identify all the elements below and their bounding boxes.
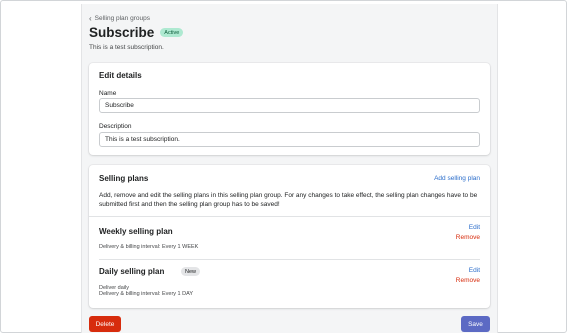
- divider: [89, 216, 490, 217]
- chevron-left-icon: ‹: [89, 13, 92, 23]
- description-label: Description: [99, 123, 132, 130]
- selling-plans-description: Add, remove and edit the selling plans i…: [99, 192, 478, 208]
- divider: [99, 259, 480, 260]
- add-selling-plan-link[interactable]: Add selling plan: [434, 175, 480, 182]
- selling-plans-card: Selling plans Add selling plan Add, remo…: [89, 165, 490, 308]
- breadcrumb-label: Selling plan groups: [94, 15, 150, 22]
- page-subtitle: This is a test subscription.: [89, 44, 164, 51]
- edit-details-card: Edit details Name Subscribe Description …: [89, 63, 490, 155]
- daily-plan-edit-link[interactable]: Edit: [469, 267, 480, 274]
- page-header: Subscribe Active: [89, 25, 184, 40]
- daily-plan-remove-link[interactable]: Remove: [456, 277, 480, 284]
- delete-button[interactable]: Delete: [89, 316, 121, 332]
- save-button[interactable]: Save: [461, 316, 490, 332]
- breadcrumb[interactable]: ‹ Selling plan groups: [89, 13, 150, 23]
- status-badge: Active: [160, 28, 184, 37]
- weekly-plan-interval: Delivery & billing interval: Every 1 WEE…: [99, 244, 199, 250]
- new-badge: New: [181, 267, 201, 276]
- weekly-plan-name: Weekly selling plan: [99, 227, 173, 236]
- edit-details-title: Edit details: [99, 71, 142, 80]
- description-field[interactable]: This is a test subscription.: [99, 132, 480, 147]
- name-field[interactable]: Subscribe: [99, 98, 480, 113]
- weekly-plan-edit-link[interactable]: Edit: [469, 224, 480, 231]
- selling-plans-title: Selling plans: [99, 174, 149, 183]
- daily-plan-interval: Delivery & billing interval: Every 1 DAY: [99, 291, 194, 297]
- weekly-plan-remove-link[interactable]: Remove: [456, 234, 480, 241]
- daily-plan-name: Daily selling plan: [99, 267, 165, 276]
- page-title: Subscribe: [89, 25, 155, 40]
- name-label: Name: [99, 90, 117, 97]
